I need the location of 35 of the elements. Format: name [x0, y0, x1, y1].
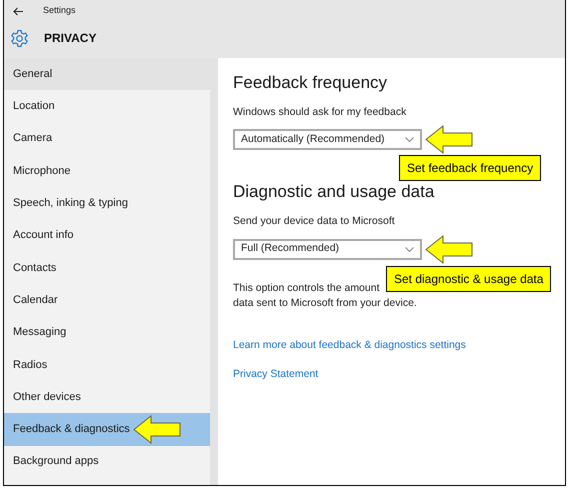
section-heading: Diagnostic and usage data	[233, 181, 436, 204]
sidebar-item[interactable]: Speech, inking & typing	[4, 187, 210, 220]
back-arrow-icon[interactable]	[13, 6, 24, 16]
sidebar-item[interactable]: General	[4, 58, 210, 90]
sidebar-item[interactable]: Contacts	[4, 252, 210, 284]
chevron-down-icon	[405, 137, 414, 142]
field-label: Send your device data to Microsoft	[233, 214, 396, 229]
link[interactable]: Privacy Statement	[233, 367, 318, 383]
dropdown[interactable]: Full (Recommended)	[233, 238, 422, 260]
callout-label: Set diagnostic & usage data	[386, 266, 552, 292]
section-heading: Feedback frequency	[233, 72, 388, 94]
sidebar-item[interactable]: Calendar	[4, 284, 210, 316]
page-title: PRIVACY	[44, 30, 96, 47]
description-text: data sent to Microsoft from your device.	[233, 296, 418, 310]
sidebar-item[interactable]: Camera	[4, 122, 210, 155]
sidebar-item[interactable]: Radios	[4, 348, 210, 381]
sidebar-item[interactable]: Other devices	[4, 380, 210, 414]
description-text: This option controls the amount	[233, 282, 380, 294]
callout-arrow-icon	[425, 125, 473, 154]
sidebar-item[interactable]: Microphone	[4, 154, 210, 188]
chevron-down-icon	[405, 246, 414, 252]
sidebar-item[interactable]: Account info	[4, 219, 210, 252]
sidebar-item[interactable]: Messaging	[4, 316, 210, 349]
callout-label: Set feedback frequency	[399, 155, 542, 182]
sidebar-item[interactable]: Location	[4, 90, 210, 123]
callout-arrow-icon	[425, 234, 473, 264]
settings-icon	[10, 28, 29, 48]
dropdown[interactable]: Automatically (Recommended)	[233, 129, 422, 150]
scrollbar[interactable]	[210, 58, 218, 485]
window-title: Settings	[43, 4, 76, 18]
link[interactable]: Learn more about feedback & diagnostics settings	[233, 338, 466, 354]
callout-arrow-icon	[132, 414, 181, 444]
sidebar-item[interactable]: Feedback & diagnostics	[4, 413, 210, 446]
field-label: Windows should ask for my feedback	[233, 104, 408, 120]
sidebar-item[interactable]: Background apps	[4, 446, 210, 478]
